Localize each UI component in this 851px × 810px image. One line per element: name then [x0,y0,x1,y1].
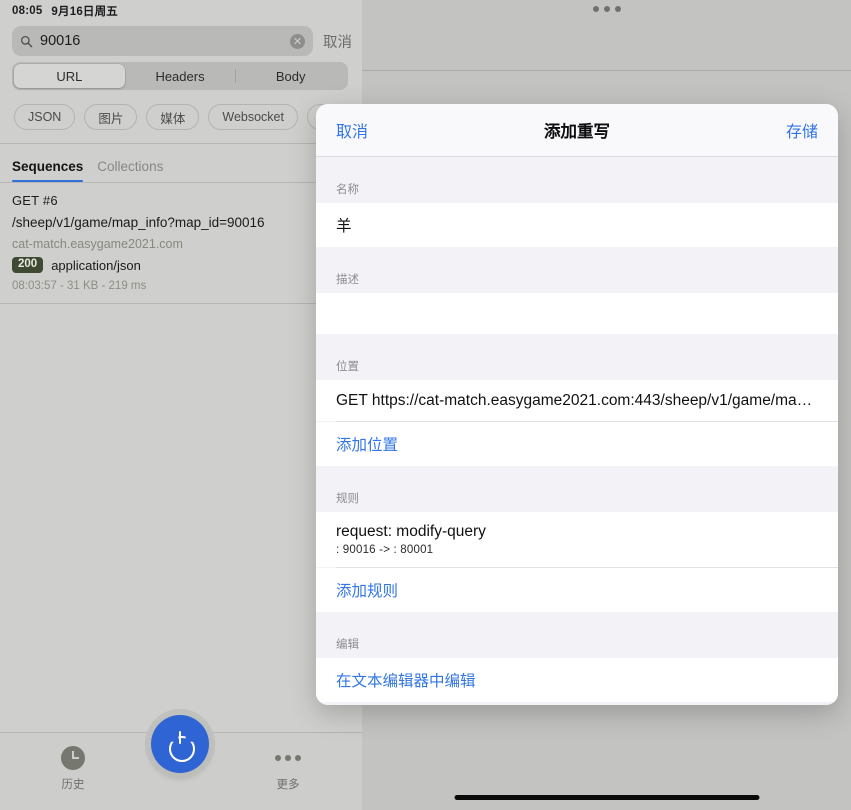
tabbar-label-more: 更多 [277,776,300,792]
search-icon [20,35,33,48]
status-badge: 200 [12,257,43,273]
bottom-tab-bar: 历史 更多 [0,732,362,810]
rule-detail: : 90016 -> : 80001 [336,544,818,556]
search-input[interactable]: 90016 ✕ [12,26,313,56]
section-label-name: 名称 [316,157,838,203]
add-rule-label: 添加规则 [336,579,818,601]
section-label-rules: 规则 [316,466,838,512]
request-method: GET #6 [12,193,350,208]
segment-body[interactable]: Body [235,64,346,88]
scope-segmented-control[interactable]: URL Headers Body [12,62,348,90]
left-pane-content: 08:05 9月16日周五 90016 ✕ 取消 URL Headers Bod… [0,0,362,810]
request-host: cat-match.easygame2021.com [12,237,350,251]
location-value: GET https://cat-match.easygame2021.com:4… [336,392,818,410]
modal-body: 名称 羊 描述 位置 GET https://cat-match.easygam… [316,157,838,705]
request-meta: 08:03:57 - 31 KB - 219 ms [12,280,350,292]
tab-collections[interactable]: Collections [97,159,163,182]
status-bar-time: 08:05 [12,5,42,17]
drag-handle-dots-icon[interactable] [593,6,621,12]
add-location-button[interactable]: 添加位置 [316,422,838,466]
edit-in-text-editor-label: 在文本编辑器中编辑 [336,669,818,691]
filter-chip-json[interactable]: JSON [14,104,75,130]
request-status-row: 200 application/json [12,257,350,273]
location-row[interactable]: GET https://cat-match.easygame2021.com:4… [316,380,838,421]
modal-cancel-button[interactable]: 取消 [336,118,368,142]
left-pane: 08:05 9月16日周五 90016 ✕ 取消 URL Headers Bod… [0,0,362,810]
filter-chip-images[interactable]: 图片 [84,104,137,130]
search-input-value: 90016 [40,33,283,49]
edit-in-text-editor-button[interactable]: 在文本编辑器中编辑 [316,658,838,702]
add-rule-button[interactable]: 添加规则 [316,568,838,612]
status-bar: 08:05 9月16日周五 [0,0,362,22]
rule-row[interactable]: request: modify-query : 90016 -> : 80001 [316,512,838,567]
tabbar-item-history[interactable]: 历史 [38,746,108,792]
name-field[interactable]: 羊 [316,203,838,247]
right-pane-divider [362,70,851,71]
modal-save-button[interactable]: 存储 [786,118,818,142]
clear-search-icon[interactable]: ✕ [290,34,305,49]
modal-header: 取消 添加重写 存储 [316,104,838,157]
add-rewrite-modal: 取消 添加重写 存储 名称 羊 描述 位置 GET https://cat-ma… [316,104,838,705]
search-cancel-button[interactable]: 取消 [323,31,352,52]
section-label-location: 位置 [316,334,838,380]
rule-title: request: modify-query [336,523,818,541]
power-toggle-button[interactable] [151,715,209,773]
ellipsis-icon [275,746,301,770]
section-label-description: 描述 [316,247,838,293]
tabbar-label-history: 历史 [62,776,85,792]
status-bar-date: 9月16日周五 [51,3,118,19]
power-icon [167,731,193,757]
segment-headers[interactable]: Headers [125,64,236,88]
tabbar-item-more[interactable]: 更多 [253,746,323,792]
segment-url[interactable]: URL [14,64,125,88]
name-field-value: 羊 [336,214,818,236]
modal-title: 添加重写 [316,118,838,142]
screen-root: 08:05 9月16日周五 90016 ✕ 取消 URL Headers Bod… [0,0,851,810]
request-mime: application/json [51,258,141,273]
add-location-label: 添加位置 [336,433,818,455]
request-list-item[interactable]: GET #6 /sheep/v1/game/map_info?map_id=90… [0,183,362,304]
clock-icon [61,746,85,770]
section-label-edit: 编辑 [316,612,838,658]
tab-sequences[interactable]: Sequences [12,159,83,182]
search-row: 90016 ✕ 取消 [0,22,362,62]
filter-chip-websocket[interactable]: Websocket [208,104,298,130]
filter-chip-media[interactable]: 媒体 [146,104,199,130]
home-indicator[interactable] [454,795,759,800]
description-field[interactable] [316,293,838,334]
request-path: /sheep/v1/game/map_info?map_id=90016 [12,215,350,230]
list-tabs: Sequences Collections [0,144,362,182]
filter-chips-row: JSON 图片 媒体 Websocket HT [0,90,362,143]
